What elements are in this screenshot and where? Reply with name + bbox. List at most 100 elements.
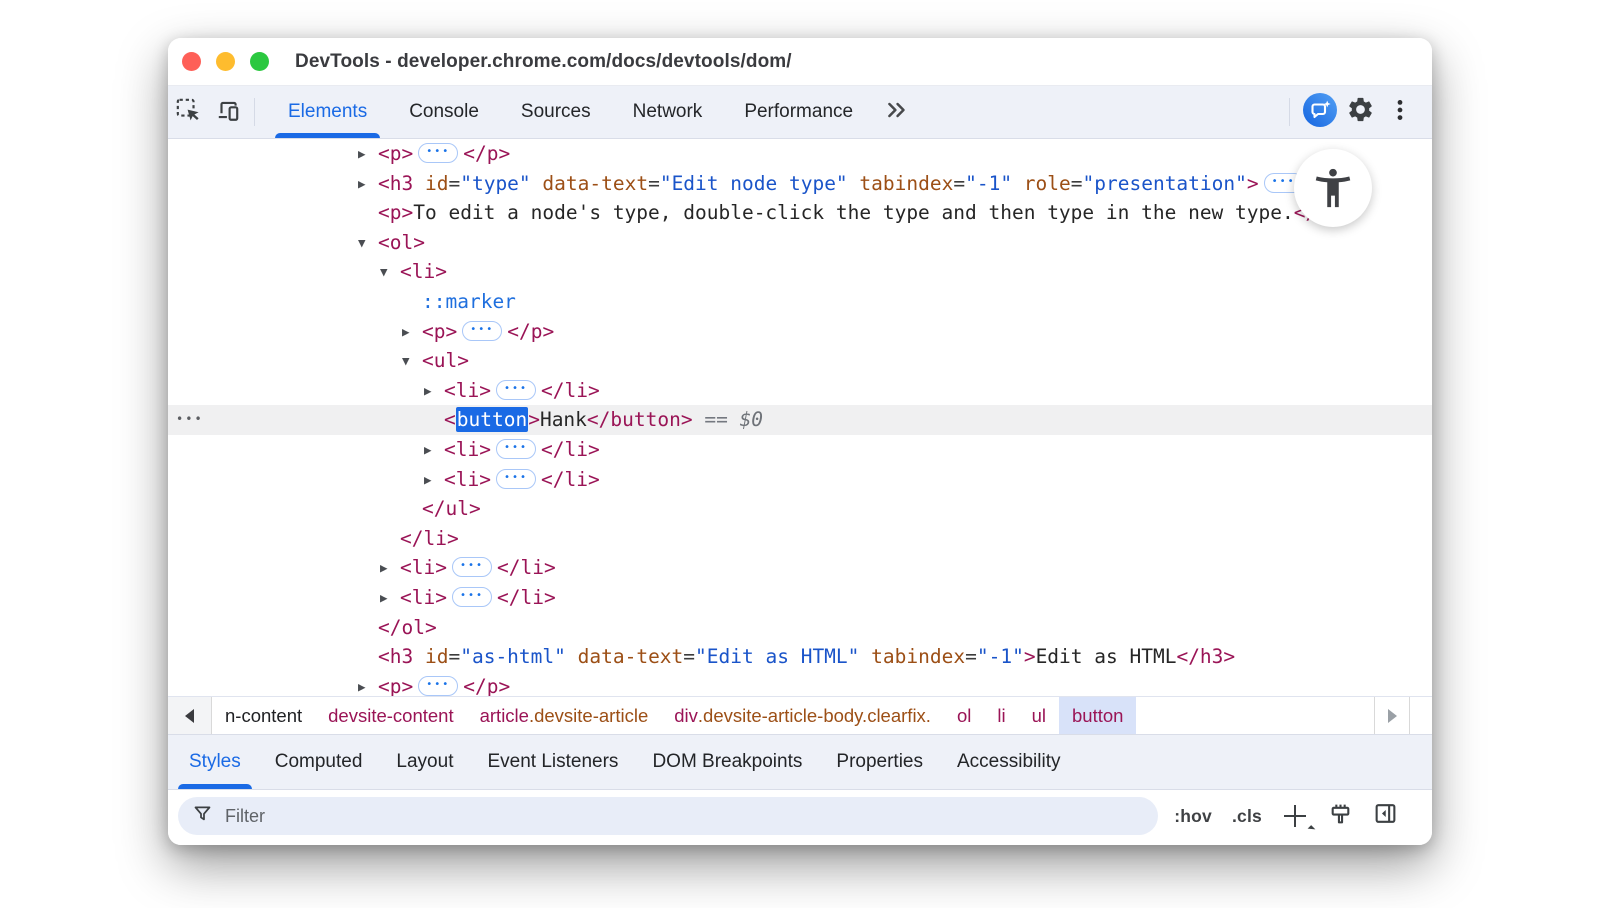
dom-node-row-selected[interactable]: •••<button>Hank</button> == $0 xyxy=(168,405,1432,435)
more-tabs-button[interactable] xyxy=(874,86,920,138)
expand-arrow-icon[interactable] xyxy=(424,435,444,465)
tab-performance[interactable]: Performance xyxy=(723,86,874,138)
dom-node-row[interactable]: <li></li> xyxy=(168,553,1432,583)
dom-tree-panel: <p></p><h3 id="type" data-text="Edit nod… xyxy=(168,139,1432,696)
dom-token-text: Hank xyxy=(540,408,587,431)
main-menu-button[interactable] xyxy=(1380,97,1420,128)
sidebar-tab-accessibility[interactable]: Accessibility xyxy=(940,735,1077,789)
close-button[interactable] xyxy=(182,52,201,71)
breadcrumb-item[interactable]: ol xyxy=(944,697,984,734)
crumb-part-tag: ol xyxy=(957,705,971,727)
dom-node-row[interactable]: <p></p> xyxy=(168,139,1432,169)
breadcrumb-item[interactable]: div.devsite-article-body.clearfix. xyxy=(661,697,944,734)
breadcrumb-item[interactable]: article.devsite-article xyxy=(467,697,662,734)
collapsed-content-button[interactable] xyxy=(418,676,458,696)
ai-assistant-button[interactable] xyxy=(1300,93,1340,132)
expand-arrow-icon[interactable] xyxy=(358,672,378,696)
sidebar-tab-styles[interactable]: Styles xyxy=(172,735,258,789)
tab-console[interactable]: Console xyxy=(388,86,500,138)
styles-pane-toolbar: :hov .cls xyxy=(168,790,1432,842)
element-classes-button[interactable]: .cls xyxy=(1232,806,1262,827)
dom-token-pun: = xyxy=(683,645,695,668)
dom-token-tag: </li> xyxy=(541,379,600,402)
expand-arrow-icon[interactable] xyxy=(380,257,400,287)
dom-node-row[interactable]: <h3 id="type" data-text="Edit node type"… xyxy=(168,169,1432,199)
expand-arrow-icon[interactable] xyxy=(358,228,378,258)
expand-arrow-icon[interactable] xyxy=(402,346,422,376)
dom-token-tag: <li> xyxy=(400,556,447,579)
device-toolbar-icon xyxy=(215,97,241,128)
sidebar-tab-dom-breakpoints[interactable]: DOM Breakpoints xyxy=(635,735,819,789)
breadcrumb-item[interactable]: n-content xyxy=(212,697,315,734)
collapsed-content-button[interactable] xyxy=(452,557,492,577)
breadcrumb-item[interactable]: ul xyxy=(1019,697,1059,734)
dom-token-pun: = xyxy=(648,172,660,195)
dom-node-row[interactable]: ::marker xyxy=(168,287,1432,317)
toggle-sidebar-button[interactable] xyxy=(1373,801,1398,831)
dom-node-row[interactable]: <li></li> xyxy=(168,435,1432,465)
dom-node-row[interactable]: <li></li> xyxy=(168,465,1432,495)
crumb-part-plain: n-content xyxy=(225,705,302,727)
tab-label: Network xyxy=(633,101,703,123)
collapsed-content-button[interactable] xyxy=(418,143,458,163)
tab-elements[interactable]: Elements xyxy=(267,86,388,138)
minimize-button[interactable] xyxy=(216,52,235,71)
collapsed-content-button[interactable] xyxy=(462,321,502,341)
dom-node-row[interactable]: <p></p> xyxy=(168,317,1432,347)
inspect-element-button[interactable] xyxy=(168,86,208,138)
dom-node-row[interactable]: <li> xyxy=(168,257,1432,287)
dom-token-attr: tabindex xyxy=(848,172,954,195)
dom-node-row[interactable]: <ul> xyxy=(168,346,1432,376)
breadcrumb-scroll-right-button[interactable] xyxy=(1374,697,1410,734)
breadcrumb-item[interactable]: button xyxy=(1059,697,1136,734)
zoom-button[interactable] xyxy=(250,52,269,71)
dom-node-row[interactable]: <p>To edit a node's type, double-click t… xyxy=(168,198,1432,228)
toolbar-right-controls xyxy=(1279,86,1432,138)
expand-arrow-icon[interactable] xyxy=(424,465,444,495)
collapsed-content-button[interactable] xyxy=(496,469,536,489)
dom-node-row[interactable]: </li> xyxy=(168,524,1432,554)
sidebar-tab-event-listeners[interactable]: Event Listeners xyxy=(470,735,635,789)
expand-arrow-icon[interactable] xyxy=(380,583,400,613)
dom-node-row[interactable]: <p></p> xyxy=(168,672,1432,696)
dom-node-row[interactable]: </ul> xyxy=(168,494,1432,524)
dom-token-text: Edit as HTML xyxy=(1036,645,1177,668)
toggle-element-state-button[interactable]: :hov xyxy=(1174,806,1212,827)
filter-input[interactable] xyxy=(223,805,1144,828)
sidebar-tab-layout[interactable]: Layout xyxy=(379,735,470,789)
new-style-rule-button[interactable] xyxy=(1282,803,1308,829)
collapsed-content-button[interactable] xyxy=(452,587,492,607)
expand-arrow-icon[interactable] xyxy=(358,169,378,199)
rendering-emulations-button[interactable] xyxy=(1328,801,1353,831)
collapsed-content-button[interactable] xyxy=(496,439,536,459)
chevron-right-icon xyxy=(1388,709,1397,723)
dom-node-row[interactable]: <li></li> xyxy=(168,583,1432,613)
dom-token-tag: </ul> xyxy=(422,497,481,520)
dom-node-row[interactable]: <li></li> xyxy=(168,376,1432,406)
sidebar-tab-properties[interactable]: Properties xyxy=(819,735,940,789)
screenshot-stage: DevTools - developer.chrome.com/docs/dev… xyxy=(0,0,1600,908)
sidebar-tabs: StylesComputedLayoutEvent ListenersDOM B… xyxy=(168,734,1432,790)
dom-token-tag: > xyxy=(528,408,540,431)
device-toolbar-button[interactable] xyxy=(208,86,248,138)
dom-node-row[interactable]: <ol> xyxy=(168,228,1432,258)
collapsed-content-button[interactable] xyxy=(496,380,536,400)
dom-node-row[interactable]: </ol> xyxy=(168,613,1432,643)
breadcrumb-scroll-left-button[interactable] xyxy=(168,697,212,734)
dom-node-row[interactable]: <h3 id="as-html" data-text="Edit as HTML… xyxy=(168,642,1432,672)
dom-token-tag: <li> xyxy=(400,260,447,283)
tab-network[interactable]: Network xyxy=(612,86,724,138)
expand-arrow-icon[interactable] xyxy=(358,139,378,169)
dom-token-tag: <p> xyxy=(422,320,457,343)
node-overflow-dots-icon[interactable]: ••• xyxy=(176,405,204,435)
breadcrumb-item[interactable]: devsite-content xyxy=(315,697,466,734)
expand-arrow-icon[interactable] xyxy=(380,553,400,583)
expand-arrow-icon[interactable] xyxy=(424,376,444,406)
sidebar-tab-computed[interactable]: Computed xyxy=(258,735,380,789)
dom-token-tag: <p> xyxy=(378,142,413,165)
expand-arrow-icon[interactable] xyxy=(402,317,422,347)
breadcrumb-item[interactable]: li xyxy=(984,697,1018,734)
tab-sources[interactable]: Sources xyxy=(500,86,612,138)
devtools-toolbar: ElementsConsoleSources Network Performance xyxy=(168,86,1432,139)
settings-button[interactable] xyxy=(1340,95,1380,129)
